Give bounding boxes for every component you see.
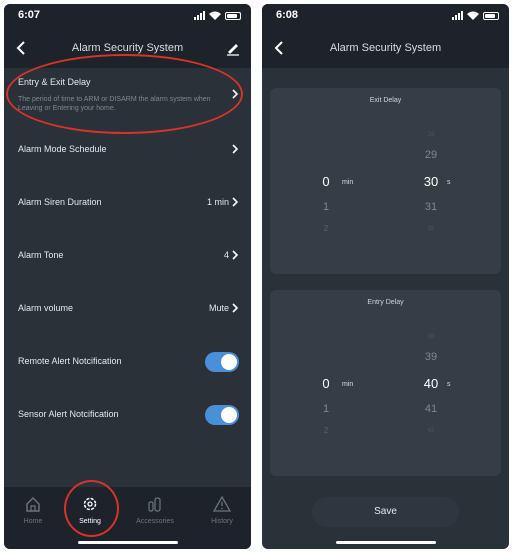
row-entry-exit-delay[interactable]: Entry & Exit Delay The period of time to… xyxy=(4,68,251,123)
picker-value: 28 xyxy=(427,132,435,138)
page-title: Alarm Security System xyxy=(329,42,442,54)
tab-label: Accessories xyxy=(136,518,174,525)
chevron-right-icon xyxy=(232,197,239,207)
save-button[interactable]: Save xyxy=(312,497,459,527)
row-remote-alert: Remote Alert Notcification xyxy=(4,335,251,388)
picker-value: 2 xyxy=(323,224,329,233)
row-label: Entry & Exit Delay xyxy=(18,77,91,87)
tab-setting[interactable]: Setting xyxy=(67,495,113,525)
delay-screen: 6:08 Alarm Security System Exit Delay 0 … xyxy=(262,4,509,549)
exit-delay-card: Exit Delay 0 1 2 min 28 29 30 31 32 s xyxy=(270,88,501,274)
home-indicator xyxy=(77,541,178,544)
picker-value: 42 xyxy=(427,428,435,434)
row-label: Remote Alert Notcification xyxy=(18,356,122,366)
row-label: Alarm volume xyxy=(18,303,74,313)
picker-value-selected: 0 xyxy=(322,174,330,189)
row-alarm-siren-duration[interactable]: Alarm Siren Duration 1 min xyxy=(4,176,251,229)
home-icon xyxy=(26,497,40,512)
picker-value-selected: 30 xyxy=(423,174,439,189)
nav-bar: Alarm Security System xyxy=(262,28,509,68)
tab-label: Setting xyxy=(79,518,101,525)
row-label: Alarm Mode Schedule xyxy=(18,144,107,154)
picker-value: 32 xyxy=(427,226,435,232)
picker-value-selected: 0 xyxy=(322,376,330,391)
row-label: Alarm Siren Duration xyxy=(18,197,102,207)
settings-screen: 6:07 Alarm Security System Entry & Exit … xyxy=(4,4,251,549)
home-indicator xyxy=(335,541,436,544)
signal-icon xyxy=(452,11,463,20)
row-sensor-alert: Sensor Alert Notcification xyxy=(4,388,251,441)
wifi-icon xyxy=(467,11,479,20)
second-unit-label: s xyxy=(447,381,451,388)
tab-label: History xyxy=(211,518,233,525)
row-alarm-tone[interactable]: Alarm Tone 4 xyxy=(4,229,251,282)
row-description: The period of time to ARM or DISARM the … xyxy=(18,96,211,112)
chevron-right-icon xyxy=(232,250,239,260)
tab-bar: Home Setting Accessories History xyxy=(4,487,251,549)
status-bar: 6:08 xyxy=(262,4,509,28)
row-value: 4 xyxy=(223,250,229,260)
page-title: Alarm Security System xyxy=(71,42,184,54)
nav-bar: Alarm Security System xyxy=(4,28,251,68)
card-title: Exit Delay xyxy=(369,97,402,104)
row-label: Alarm Tone xyxy=(18,250,64,260)
picker-value: 39 xyxy=(424,351,438,363)
row-alarm-mode-schedule[interactable]: Alarm Mode Schedule xyxy=(4,123,251,176)
status-time: 6:08 xyxy=(276,9,299,21)
picker-value: 31 xyxy=(424,201,438,213)
battery-icon xyxy=(225,11,241,20)
picker-value: 2 xyxy=(323,426,329,435)
status-time: 6:07 xyxy=(18,9,41,21)
picker-value: 1 xyxy=(322,201,330,213)
remote-alert-toggle[interactable] xyxy=(205,352,239,372)
edit-icon[interactable] xyxy=(225,40,241,56)
minute-unit-label: min xyxy=(342,179,354,186)
tab-label: Home xyxy=(23,518,43,525)
picker-value: 41 xyxy=(424,403,438,415)
picker-value: 29 xyxy=(424,149,438,161)
picker-value-selected: 40 xyxy=(423,376,439,391)
row-value: 1 min xyxy=(206,197,229,207)
row-alarm-volume[interactable]: Alarm volume Mute xyxy=(4,282,251,335)
tab-accessories[interactable]: Accessories xyxy=(132,495,178,525)
picker-value: 38 xyxy=(427,334,435,340)
row-value: Mute xyxy=(208,303,229,313)
gear-icon xyxy=(83,497,97,511)
tab-history[interactable]: History xyxy=(199,495,245,525)
chevron-right-icon xyxy=(232,89,239,99)
wifi-icon xyxy=(209,11,221,20)
sensor-alert-toggle[interactable] xyxy=(205,405,239,425)
signal-icon xyxy=(194,11,205,20)
chevron-right-icon xyxy=(232,303,239,313)
picker-value: 1 xyxy=(322,403,330,415)
second-unit-label: s xyxy=(447,179,451,186)
minute-unit-label: min xyxy=(342,381,354,388)
status-bar: 6:07 xyxy=(4,4,251,28)
battery-icon xyxy=(483,11,499,20)
accessories-icon xyxy=(148,497,161,512)
row-label: Sensor Alert Notcification xyxy=(18,409,119,419)
entry-delay-card: Entry Delay 0 1 2 min 38 39 40 41 42 s xyxy=(270,290,501,476)
tab-home[interactable]: Home xyxy=(10,495,56,525)
chevron-right-icon xyxy=(232,144,239,154)
card-title: Entry Delay xyxy=(367,299,404,306)
warning-icon xyxy=(213,495,231,512)
